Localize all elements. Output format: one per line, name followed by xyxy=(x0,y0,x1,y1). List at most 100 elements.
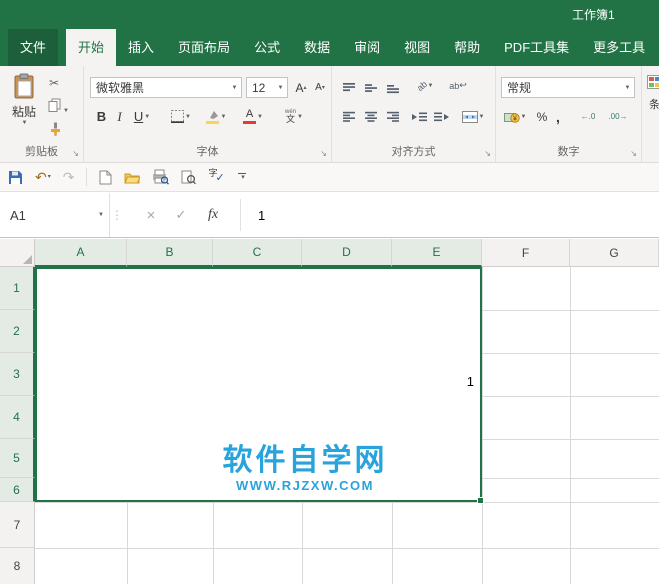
row-header-7[interactable]: 7 xyxy=(0,502,35,548)
tab-formulas[interactable]: 公式 xyxy=(242,29,292,66)
spelling-button[interactable]: 字 ✓ xyxy=(208,169,226,185)
font-size-value: 12 xyxy=(252,80,266,95)
column-header-d[interactable]: D xyxy=(302,239,392,267)
tab-pdf-tools[interactable]: PDF工具集 xyxy=(492,29,581,66)
row-header-8[interactable]: 8 xyxy=(0,548,35,584)
align-left-button[interactable] xyxy=(339,106,359,127)
tab-view[interactable]: 视图 xyxy=(392,29,442,66)
undo-icon: ↶ xyxy=(35,169,47,185)
row-header-3[interactable]: 3 xyxy=(0,353,35,396)
enter-button[interactable]: ✓ xyxy=(168,193,194,237)
alignment-dialog-launcher-icon[interactable]: ↘ xyxy=(484,150,491,158)
tab-data[interactable]: 数据 xyxy=(292,29,342,66)
percent-icon: % xyxy=(536,109,548,124)
tab-review[interactable]: 审阅 xyxy=(342,29,392,66)
borders-button[interactable]: ▼ xyxy=(168,106,194,127)
format-painter-button[interactable] xyxy=(48,122,62,139)
grow-font-letter: A xyxy=(295,80,304,95)
chevron-down-icon: ▼ xyxy=(220,113,227,120)
tab-home[interactable]: 开始 xyxy=(66,29,117,66)
undo-button[interactable]: ↶ ▾ xyxy=(35,170,51,184)
wrap-text-button[interactable]: ab ↩ xyxy=(444,75,472,96)
conditional-formatting-button[interactable] xyxy=(647,75,659,92)
font-name-combo[interactable]: 微软雅黑 ▼ xyxy=(90,77,242,98)
redo-icon: ↷ xyxy=(62,169,75,185)
bold-label: B xyxy=(96,109,107,124)
align-center-button[interactable] xyxy=(361,106,381,127)
fx-icon: fx xyxy=(207,207,219,222)
row-header-1[interactable]: 1 xyxy=(0,267,35,310)
font-color-button[interactable]: A ▼ xyxy=(239,106,267,127)
row-header-4[interactable]: 4 xyxy=(0,396,35,439)
column-header-b[interactable]: B xyxy=(127,239,213,267)
formula-bar-splitter[interactable]: ⋮ xyxy=(111,193,123,237)
align-bottom-button[interactable] xyxy=(383,77,403,98)
alignment-group-label: 对齐方式 xyxy=(391,146,436,158)
new-document-button[interactable] xyxy=(99,170,112,185)
name-box-value: A1 xyxy=(10,207,26,223)
gridline xyxy=(482,267,483,584)
phonetic-guide-button[interactable]: wén 文 ▼ xyxy=(279,106,309,127)
save-button[interactable] xyxy=(8,170,23,185)
tab-file[interactable]: 文件 xyxy=(8,29,59,66)
paste-button[interactable]: 粘贴 ▼ xyxy=(3,70,45,148)
number-format-combo[interactable]: 常规 ▼ xyxy=(501,77,635,98)
conditional-formatting-label: 条 xyxy=(649,99,659,111)
column-header-f[interactable]: F xyxy=(482,239,570,267)
grow-font-button[interactable]: A ▴ xyxy=(292,77,310,98)
corner-triangle-icon xyxy=(23,255,32,264)
increase-indent-icon xyxy=(434,112,449,121)
select-all-corner[interactable] xyxy=(0,239,35,267)
redo-button[interactable]: ↷ xyxy=(63,170,75,184)
number-dialog-launcher-icon[interactable]: ↘ xyxy=(630,150,637,158)
row-header-2[interactable]: 2 xyxy=(0,310,35,353)
font-dialog-launcher-icon[interactable]: ↘ xyxy=(320,150,327,158)
tab-help[interactable]: 帮助 xyxy=(442,29,492,66)
check-icon: ✓ xyxy=(175,207,187,222)
align-top-button[interactable] xyxy=(339,77,359,98)
increase-indent-button[interactable] xyxy=(432,106,452,127)
formula-input[interactable]: 1 xyxy=(258,193,265,237)
tab-page-layout[interactable]: 页面布局 xyxy=(166,29,242,66)
clipboard-dialog-launcher-icon[interactable]: ↘ xyxy=(72,150,79,158)
orientation-button[interactable]: ab ▼ xyxy=(412,75,438,96)
copy-button[interactable]: ▼ xyxy=(48,98,69,115)
chevron-down-icon: ▼ xyxy=(63,108,69,114)
insert-function-button[interactable]: fx xyxy=(198,193,228,237)
row-header-5[interactable]: 5 xyxy=(0,439,35,478)
underline-button[interactable]: U ▼ xyxy=(130,106,154,127)
row-header-6[interactable]: 6 xyxy=(0,478,35,502)
fill-color-button[interactable]: ▼ xyxy=(202,106,230,127)
shrink-font-button[interactable]: A ▾ xyxy=(311,77,329,98)
increase-decimal-button[interactable]: ←.0 xyxy=(574,106,602,127)
merge-center-button[interactable]: ▼ xyxy=(458,106,488,127)
print-preview-button[interactable] xyxy=(152,169,170,185)
decrease-indent-button[interactable] xyxy=(410,106,430,127)
align-right-button[interactable] xyxy=(383,106,403,127)
active-cell-value: 1 xyxy=(466,374,474,389)
comma-style-button[interactable]: , xyxy=(551,106,565,127)
percent-style-button[interactable]: % xyxy=(534,106,550,127)
column-header-a[interactable]: A xyxy=(35,239,127,267)
conditional-formatting-group: 条 xyxy=(642,66,659,162)
fill-handle[interactable] xyxy=(477,497,484,504)
accounting-format-button[interactable]: ¥ ▼ xyxy=(501,106,529,127)
cut-button[interactable]: ✂ xyxy=(49,76,59,90)
customize-toolbar-button[interactable]: ▾ xyxy=(238,173,247,181)
font-size-combo[interactable]: 12 ▼ xyxy=(246,77,288,98)
tab-more-tools[interactable]: 更多工具 xyxy=(581,29,657,66)
cancel-button[interactable]: × xyxy=(138,193,164,237)
preview-zoom-button[interactable] xyxy=(181,170,197,185)
column-header-e[interactable]: E xyxy=(392,239,482,267)
decrease-decimal-button[interactable]: .00→ xyxy=(604,106,632,127)
italic-button[interactable]: I xyxy=(112,106,127,127)
chevron-down-icon: ▼ xyxy=(231,84,238,91)
column-header-c[interactable]: C xyxy=(213,239,302,267)
bold-button[interactable]: B xyxy=(94,106,109,127)
splitter-dots-icon: ⋮ xyxy=(111,208,123,222)
name-box[interactable]: A1 ▼ xyxy=(0,193,110,237)
column-header-g[interactable]: G xyxy=(570,239,659,267)
align-middle-button[interactable] xyxy=(361,77,381,98)
open-button[interactable] xyxy=(124,171,141,184)
tab-insert[interactable]: 插入 xyxy=(116,29,166,66)
